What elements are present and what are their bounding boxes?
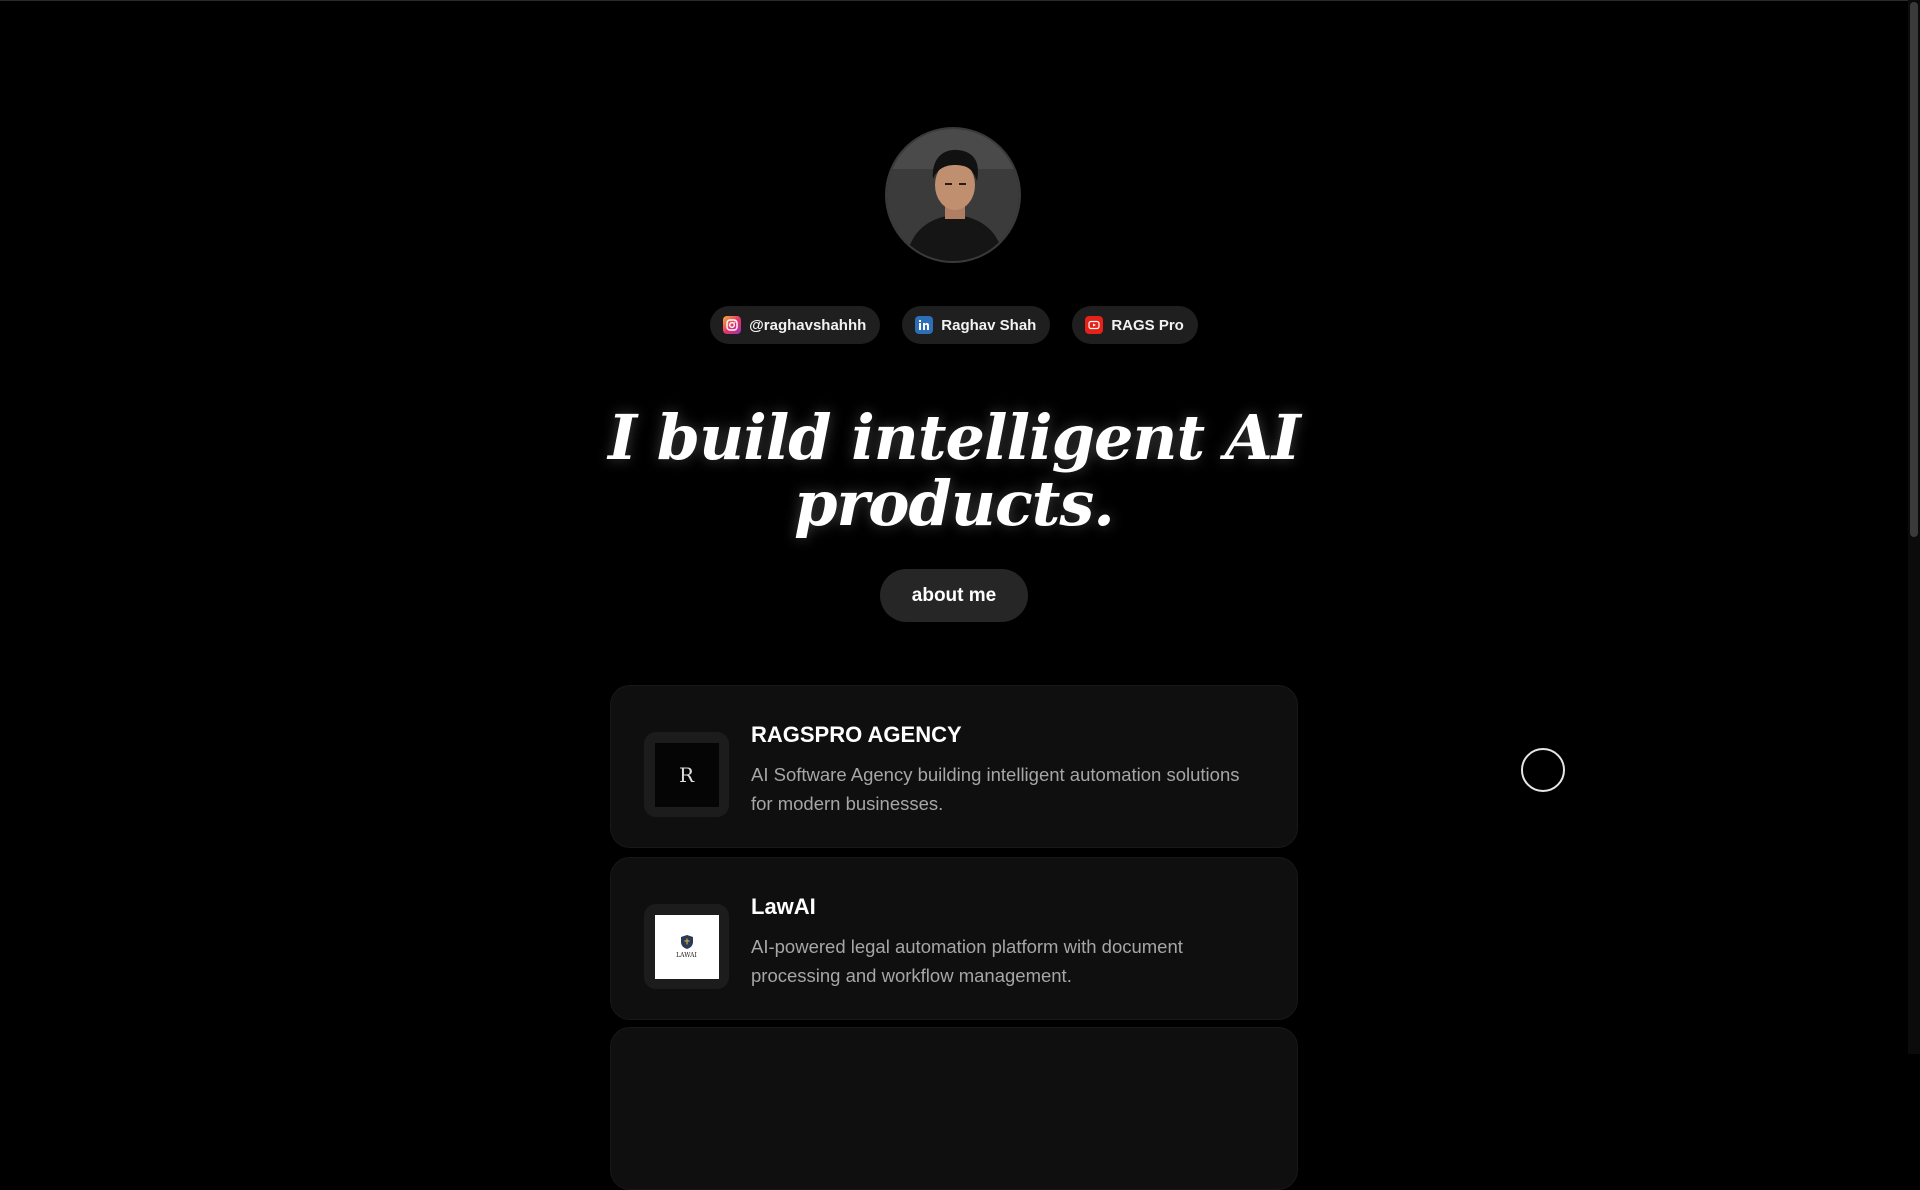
scrollbar-thumb[interactable]	[1910, 2, 1918, 537]
cursor-ring	[1521, 748, 1565, 792]
social-label: @raghavshahhh	[749, 316, 867, 334]
project-logo-frame: R	[644, 732, 729, 817]
linkedin-icon	[915, 316, 934, 334]
social-link-instagram[interactable]: @raghavshahhh	[710, 306, 881, 344]
about-me-button[interactable]: about me	[880, 569, 1028, 622]
person-avatar-icon	[887, 129, 1019, 261]
hero-heading: I build intelligent AI products.	[0, 405, 1908, 537]
avatar	[885, 127, 1021, 263]
project-card-lawai[interactable]: LAWAI LawAI AI-powered legal automation …	[610, 857, 1298, 1020]
youtube-icon	[1085, 316, 1104, 334]
social-link-youtube[interactable]: RAGS Pro	[1072, 306, 1198, 344]
top-border	[0, 0, 1920, 1]
social-label: RAGS Pro	[1111, 316, 1184, 334]
instagram-icon	[723, 316, 742, 334]
project-title: LawAI	[751, 894, 816, 919]
project-title: RAGSPRO AGENCY	[751, 722, 962, 747]
project-card-partial[interactable]	[610, 1027, 1298, 1190]
project-logo-frame: LAWAI	[644, 904, 729, 989]
lawai-logo-text: LAWAI	[676, 952, 697, 959]
shield-icon	[680, 935, 693, 949]
scrollbar[interactable]	[1908, 0, 1920, 1054]
project-card-ragspro[interactable]: R RAGSPRO AGENCY AI Software Agency buil…	[610, 685, 1298, 848]
social-label: Raghav Shah	[941, 316, 1037, 334]
hero-line-2: products.	[794, 467, 1115, 540]
project-description: AI-powered legal automation platform wit…	[751, 936, 1183, 986]
project-description: AI Software Agency building intelligent …	[751, 764, 1240, 814]
social-link-linkedin[interactable]: Raghav Shah	[902, 306, 1051, 344]
ragspro-logo-icon: R	[654, 742, 719, 807]
lawai-logo-icon: LAWAI	[654, 914, 719, 979]
hero-line-1: I build intelligent AI	[608, 401, 1301, 474]
ragspro-logo-text: R	[678, 762, 695, 787]
social-links: @raghavshahhh Raghav Shah RAGS Pro	[0, 306, 1908, 344]
